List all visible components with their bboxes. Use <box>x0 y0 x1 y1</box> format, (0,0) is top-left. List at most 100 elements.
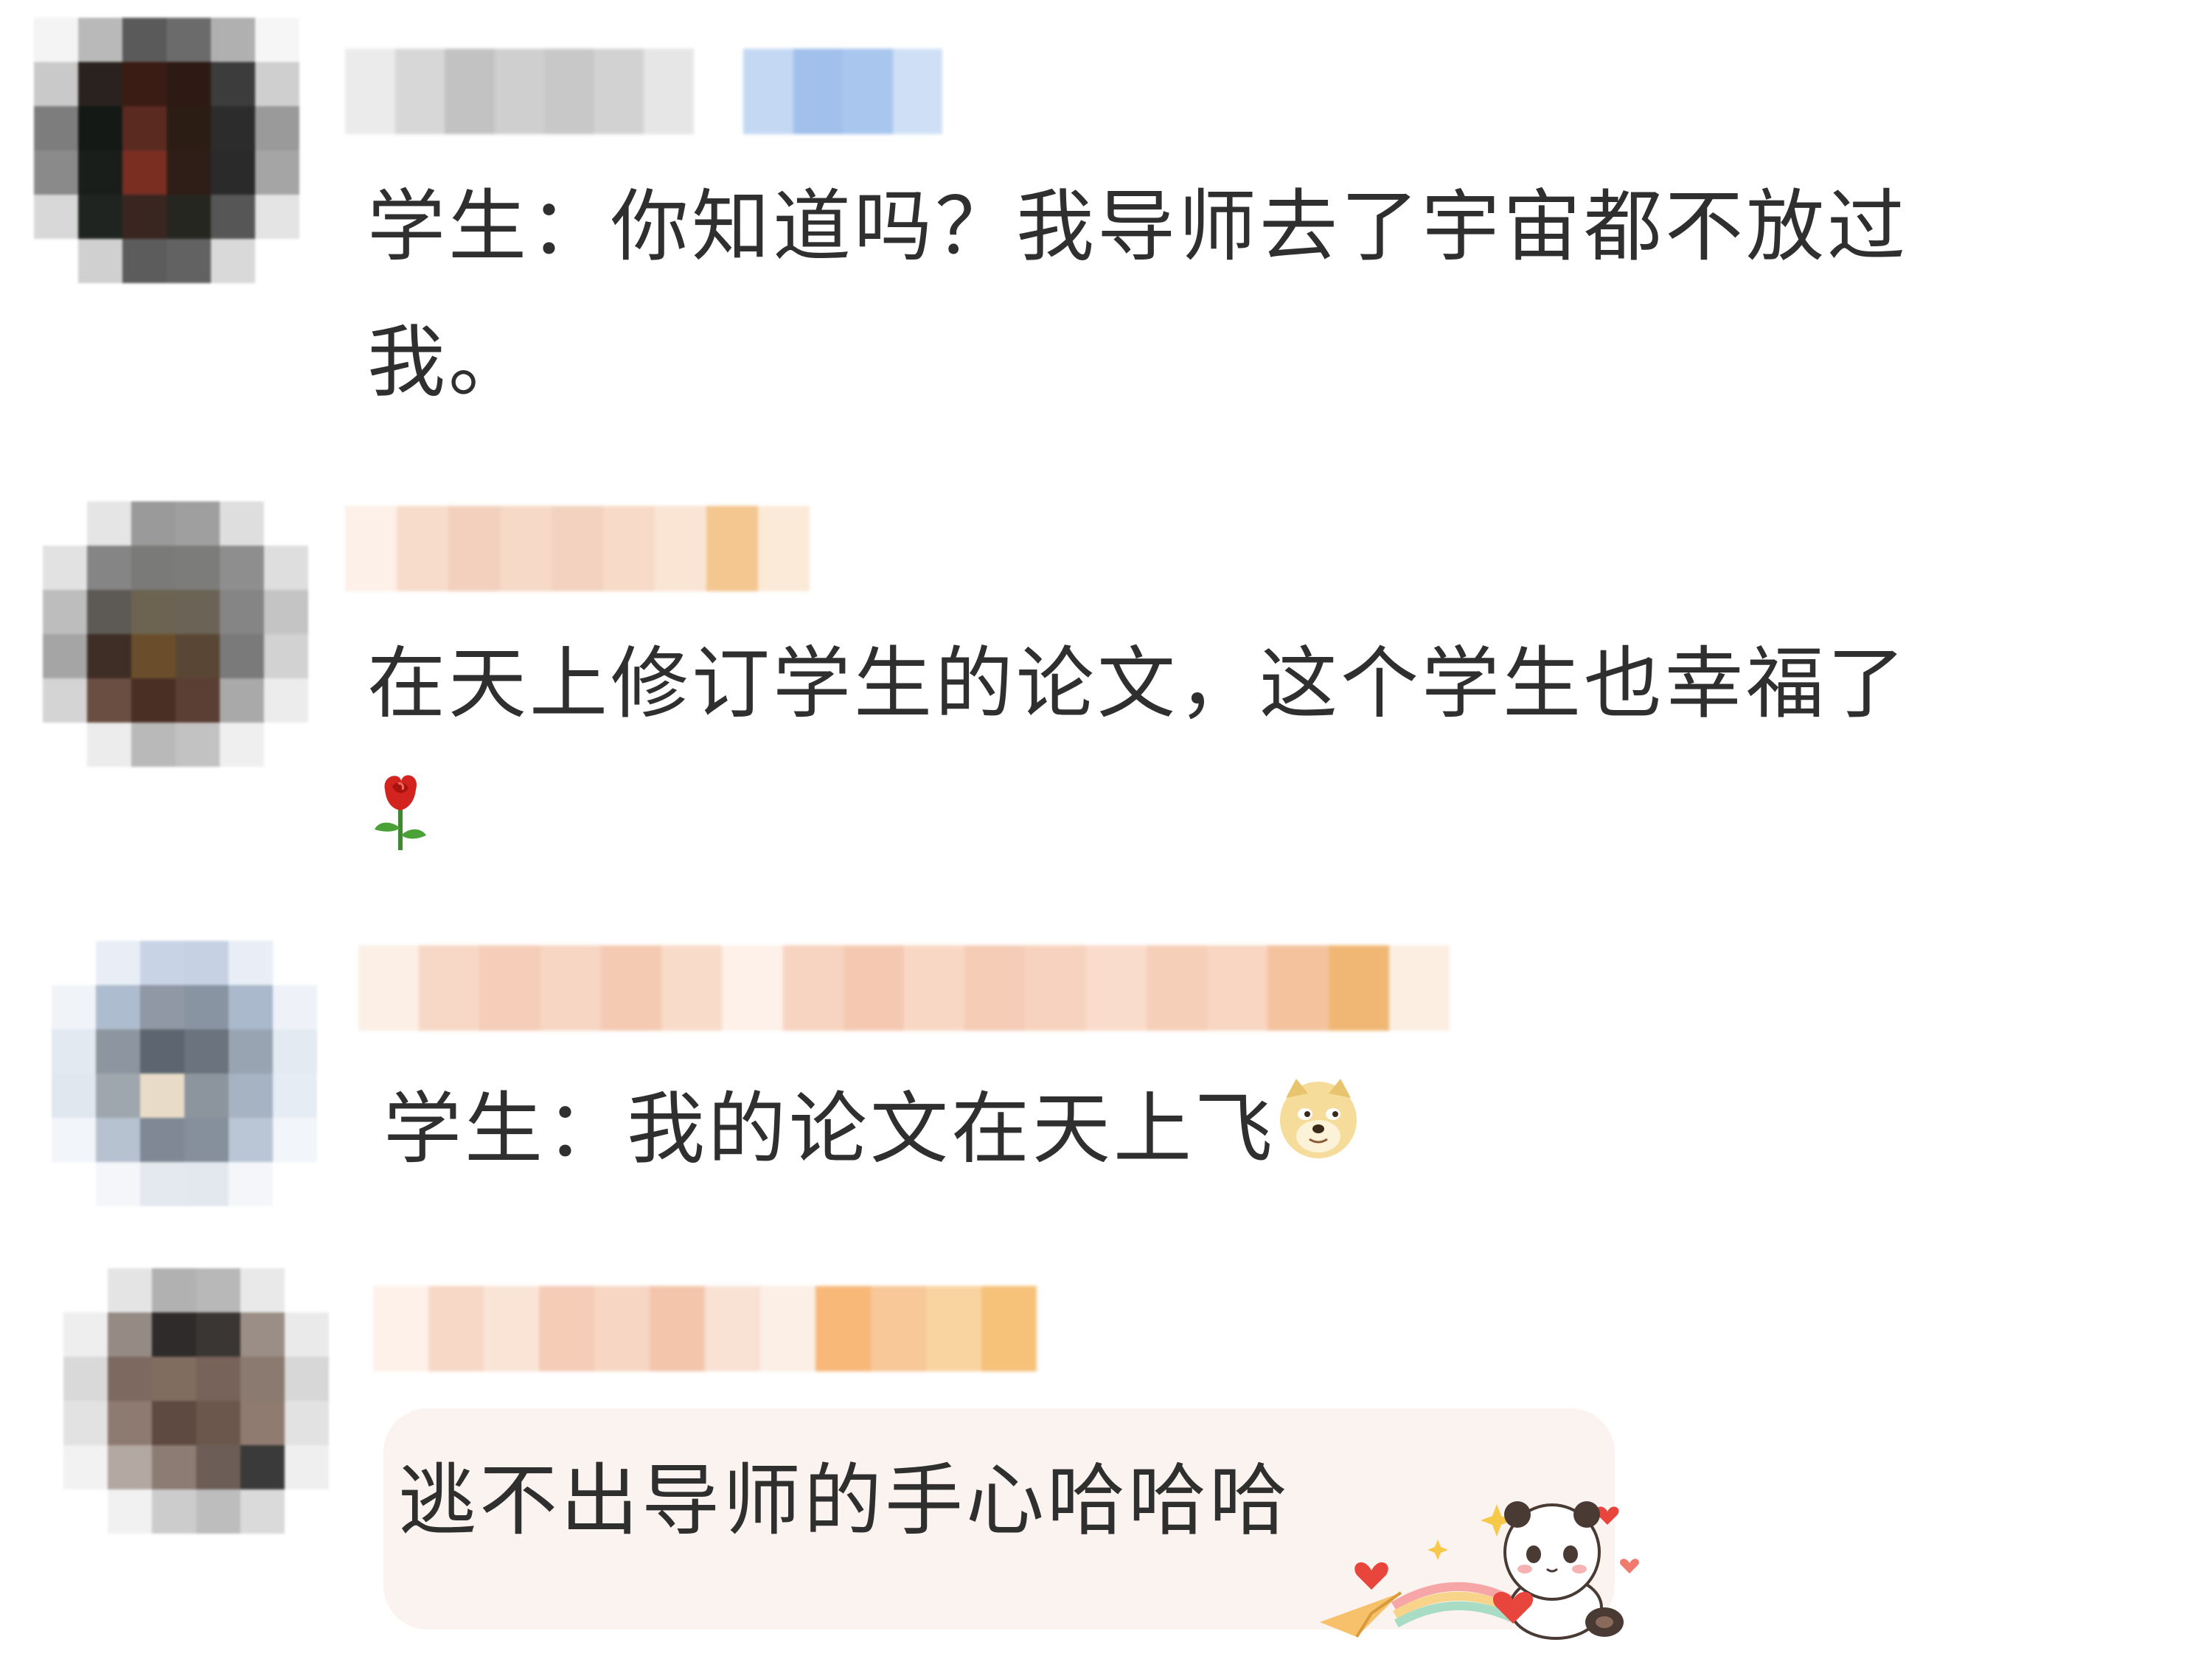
username-pixel <box>892 49 942 134</box>
avatar-pixel <box>108 1268 152 1312</box>
avatar-pixel <box>63 1489 108 1534</box>
avatar-pixel <box>131 723 175 767</box>
avatar-pixel <box>264 546 308 590</box>
avatar-pixel <box>122 62 167 106</box>
username-pixel <box>706 506 758 591</box>
avatar-pixel <box>63 1357 108 1401</box>
username-pixel <box>1328 945 1389 1031</box>
avatar-pixel <box>240 1489 285 1534</box>
avatar-pixel <box>108 1401 152 1445</box>
avatar-pixel <box>229 1162 273 1206</box>
username-blurred[interactable] <box>373 1286 1037 1371</box>
username-pixel <box>540 945 601 1031</box>
avatar-pixel <box>152 1445 196 1489</box>
username-pixel <box>394 49 445 134</box>
comment-text: 逃不出导师的手心哈哈哈 <box>398 1433 1290 1569</box>
avatar-pixel <box>108 1312 152 1357</box>
avatar-pixel <box>43 634 87 678</box>
username-pixel <box>544 49 594 134</box>
avatar-pixel <box>175 723 220 767</box>
avatar-pixel <box>285 1445 329 1489</box>
username-pixel <box>644 49 694 134</box>
username-pixel <box>1146 945 1208 1031</box>
avatar[interactable] <box>63 1268 329 1534</box>
avatar-pixel <box>273 1074 317 1118</box>
avatar-pixel <box>211 106 255 150</box>
username-pixel <box>484 1286 539 1371</box>
avatar-pixel <box>78 195 122 239</box>
username-pixel <box>815 1286 871 1371</box>
avatar-pixel <box>285 1489 329 1534</box>
avatar[interactable] <box>43 501 308 767</box>
avatar-pixel <box>52 1118 96 1162</box>
avatar-pixel <box>108 1489 152 1534</box>
avatar-pixel <box>255 18 299 62</box>
username-pixel <box>479 945 540 1031</box>
avatar-pixel <box>96 1118 140 1162</box>
avatar-pixel <box>140 1118 184 1162</box>
avatar-pixel <box>229 1029 273 1074</box>
comment-list: 学生：你知道吗？我导师去了宇宙都不放过 我。 在天上修订学生的论文，这个学生也幸… <box>0 0 2212 1659</box>
avatar-pixel <box>78 239 122 283</box>
avatar-pixel <box>229 985 273 1029</box>
username-blurred[interactable] <box>345 506 810 591</box>
avatar-pixel <box>78 62 122 106</box>
avatar-pixel <box>87 501 131 546</box>
avatar-pixel <box>131 634 175 678</box>
username-blurred[interactable] <box>345 49 942 134</box>
username-pixel <box>760 1286 815 1371</box>
comment-text-line: 学生：我的论文在天上飞 <box>383 1084 1276 1175</box>
username-pixel <box>758 506 810 591</box>
avatar-pixel <box>229 941 273 985</box>
avatar-pixel <box>34 150 78 195</box>
avatar-pixel <box>140 1029 184 1074</box>
avatar-pixel <box>96 941 140 985</box>
comment-text: 学生：我的论文在天上飞 <box>383 1062 1361 1203</box>
avatar-pixel <box>184 985 229 1029</box>
avatar-pixel <box>140 985 184 1029</box>
username-pixel <box>926 1286 981 1371</box>
avatar-pixel <box>220 678 264 723</box>
avatar-pixel <box>184 1029 229 1074</box>
avatar-pixel <box>196 1401 240 1445</box>
avatar-pixel <box>43 590 87 634</box>
username-pixel <box>1207 945 1268 1031</box>
username-pixel <box>964 945 1026 1031</box>
username-blurred[interactable] <box>358 945 1450 1031</box>
comment-text-line: 学生：你知道吗？我导师去了宇宙都不放过 <box>367 181 1908 272</box>
avatar-pixel <box>108 1357 152 1401</box>
avatar-pixel <box>211 150 255 195</box>
avatar-pixel <box>122 195 167 239</box>
username-pixel <box>793 49 843 134</box>
avatar-pixel <box>264 723 308 767</box>
avatar-pixel <box>175 546 220 590</box>
avatar-pixel <box>273 1029 317 1074</box>
username-pixel <box>871 1286 926 1371</box>
username-pixel <box>843 945 904 1031</box>
avatar-pixel <box>220 546 264 590</box>
doge-emoji-icon <box>1276 1067 1361 1203</box>
avatar-pixel <box>63 1401 108 1445</box>
avatar-pixel <box>184 941 229 985</box>
avatar-pixel <box>229 1118 273 1162</box>
username-pixel <box>903 945 965 1031</box>
avatar-pixel <box>264 678 308 723</box>
username-pixel <box>428 1286 484 1371</box>
avatar-pixel <box>196 1445 240 1489</box>
username-pixel <box>782 945 844 1031</box>
avatar-pixel <box>152 1357 196 1401</box>
avatar-pixel <box>240 1268 285 1312</box>
avatar-pixel <box>167 18 211 62</box>
avatar-pixel <box>52 1074 96 1118</box>
avatar-pixel <box>63 1445 108 1489</box>
avatar[interactable] <box>34 18 299 283</box>
avatar[interactable] <box>52 941 317 1206</box>
avatar-pixel <box>255 195 299 239</box>
username-pixel <box>693 49 743 134</box>
avatar-pixel <box>52 985 96 1029</box>
username-pixel <box>397 506 448 591</box>
avatar-pixel <box>167 106 211 150</box>
avatar-pixel <box>87 723 131 767</box>
username-pixel <box>539 1286 594 1371</box>
avatar-pixel <box>34 18 78 62</box>
